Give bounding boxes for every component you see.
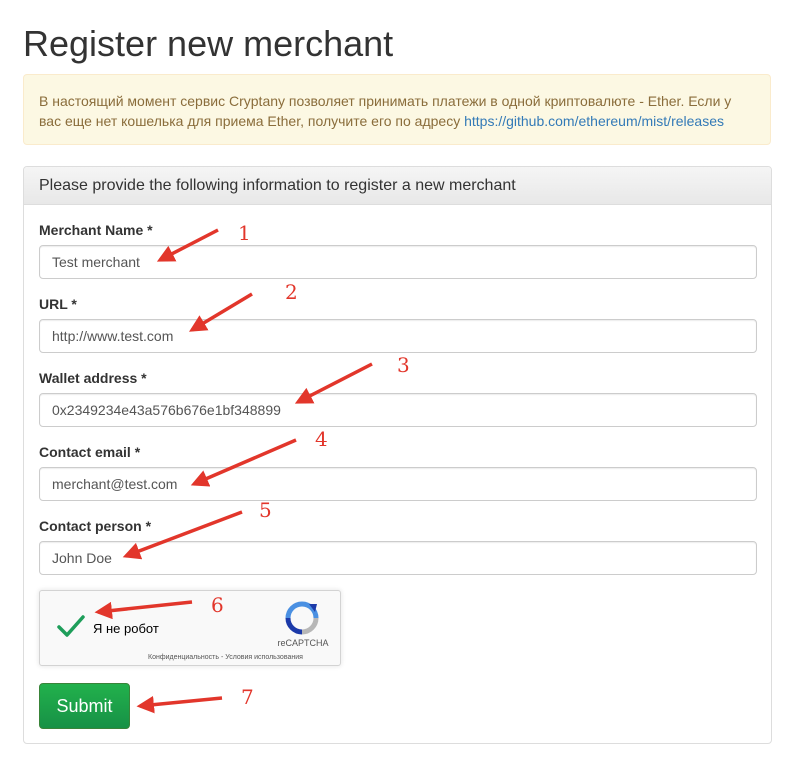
- recaptcha-brand: reCAPTCHA: [277, 638, 329, 648]
- info-alert: В настоящий момент сервис Cryptany позво…: [23, 74, 771, 145]
- recaptcha-widget: Я не робот reCAPTCHA Конфиденциальность …: [39, 590, 341, 666]
- recaptcha-logo-icon: [285, 601, 319, 635]
- contact-person-label: Contact person *: [39, 518, 152, 534]
- submit-button[interactable]: Submit: [39, 683, 130, 729]
- wallet-address-label: Wallet address *: [39, 370, 147, 386]
- wallet-address-input[interactable]: [39, 393, 757, 427]
- mist-releases-link[interactable]: https://github.com/ethereum/mist/release…: [464, 113, 724, 129]
- checkmark-icon[interactable]: [56, 613, 86, 639]
- merchant-name-label: Merchant Name *: [39, 222, 153, 238]
- recaptcha-links[interactable]: Конфиденциальность - Условия использован…: [148, 654, 303, 661]
- panel-heading: Please provide the following information…: [24, 167, 771, 205]
- url-input[interactable]: [39, 319, 757, 353]
- url-label: URL *: [39, 296, 77, 312]
- contact-email-input[interactable]: [39, 467, 757, 501]
- page-title: Register new merchant: [23, 23, 394, 64]
- contact-email-label: Contact email *: [39, 444, 141, 460]
- recaptcha-label: Я не робот: [93, 621, 159, 636]
- merchant-name-input[interactable]: [39, 245, 757, 279]
- contact-person-input[interactable]: [39, 541, 757, 575]
